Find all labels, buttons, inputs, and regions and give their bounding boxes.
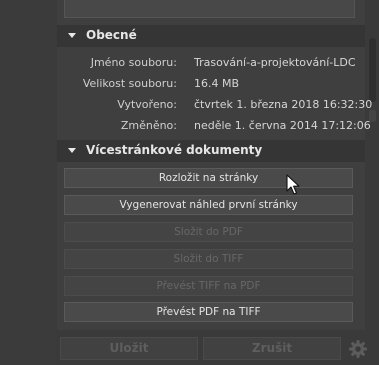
collapse-triangle-icon — [68, 33, 76, 38]
preview-box — [64, 0, 355, 18]
merge-pdf-button[interactable]: Složit do PDF — [64, 222, 353, 242]
created-value: čtvrtek 1. března 2018 16:32:30 — [194, 98, 373, 111]
gear-icon[interactable] — [347, 338, 369, 360]
created-label: Vytvořeno: — [117, 98, 177, 111]
cancel-button[interactable]: Zrušit — [203, 337, 341, 360]
file-name-value: Trasování-a-projektování-LDC — [194, 56, 356, 69]
save-button[interactable]: Uložit — [60, 337, 198, 360]
section-title: Vícestránkové dokumenty — [86, 143, 263, 157]
scrollbar-thumb[interactable] — [369, 38, 376, 102]
left-panel — [0, 0, 56, 365]
file-size-value: 16.4 MB — [194, 77, 240, 90]
generate-preview-button[interactable]: Vygenerovat náhled první stránky — [64, 195, 353, 215]
tiff-to-pdf-button[interactable]: Převést TIFF na PDF — [64, 276, 353, 296]
modified-label: Změněno: — [120, 119, 177, 132]
file-size-label: Velikost souboru: — [82, 77, 177, 90]
pdf-to-tiff-button[interactable]: Převést PDF na TIFF — [64, 302, 353, 322]
section-title: Obecné — [86, 28, 137, 42]
merge-tiff-button[interactable]: Složit do TIFF — [64, 249, 353, 269]
collapse-triangle-icon — [68, 148, 76, 153]
section-header-multipage[interactable]: Vícestránkové dokumenty — [57, 140, 365, 162]
file-name-label: Jméno souboru: — [90, 56, 177, 69]
mouse-cursor-icon — [286, 174, 300, 195]
modified-value: neděle 1. června 2014 17:12:06 — [194, 119, 371, 132]
section-header-general[interactable]: Obecné — [57, 25, 365, 47]
split-pages-button[interactable]: Rozložit na stránky — [64, 168, 353, 188]
